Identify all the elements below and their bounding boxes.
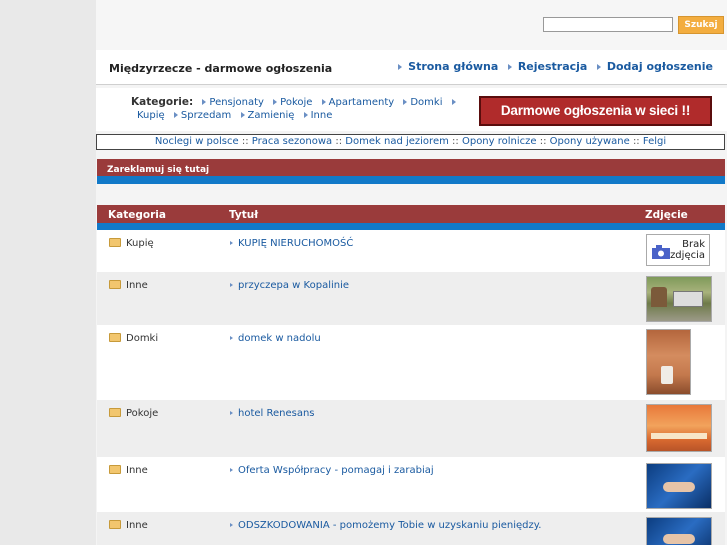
column-header-photo: Zdjęcie: [645, 209, 688, 221]
arrow-icon: [230, 523, 233, 527]
row-title-link[interactable]: przyczepa w Kopalinie: [238, 280, 349, 291]
folder-icon: [109, 520, 121, 529]
column-header-category: Kategoria: [108, 209, 166, 221]
trailer-photo[interactable]: [646, 276, 712, 322]
arrow-icon: [230, 336, 233, 340]
table-header: Kategoria Tytuł Zdjęcie: [97, 205, 725, 223]
hall-photo[interactable]: [646, 404, 712, 452]
partner-link[interactable]: Domek nad jeziorem: [345, 136, 449, 147]
page: Szukaj Międzyrzecze - darmowe ogłoszenia…: [96, 0, 727, 545]
folder-icon: [109, 408, 121, 417]
partner-link[interactable]: Felgi: [643, 136, 666, 147]
arrow-icon: [403, 98, 408, 105]
arrow-icon: [173, 111, 178, 118]
no-photo-thumbnail[interactable]: Brak zdjęcia: [646, 234, 710, 266]
top-bar: Szukaj: [96, 0, 727, 50]
arrow-icon: [202, 98, 207, 105]
category-link[interactable]: Kupię: [137, 110, 165, 121]
search-button[interactable]: Szukaj: [678, 16, 724, 34]
nav-home[interactable]: Strona główna: [408, 60, 498, 73]
table-row[interactable]: Inne przyczepa w Kopalinie: [97, 272, 725, 325]
partner-link[interactable]: Noclegi w polsce: [155, 136, 239, 147]
arrow-icon: [230, 468, 233, 472]
row-category: Inne: [126, 280, 148, 291]
column-header-title: Tytuł: [229, 209, 259, 221]
divider: [97, 176, 725, 184]
arrow-icon: [230, 283, 233, 287]
table-row[interactable]: Domki domek w nadolu: [97, 325, 725, 400]
arrow-icon: [240, 111, 245, 118]
nav-register[interactable]: Rejestracja: [518, 60, 588, 73]
row-category: Domki: [126, 333, 159, 344]
search-input[interactable]: [543, 17, 673, 32]
table-row[interactable]: Pokoje hotel Renesans: [97, 400, 725, 457]
table-row[interactable]: Inne Oferta Współpracy - pomagaj i zarab…: [97, 457, 725, 512]
category-link[interactable]: Pokoje: [280, 97, 312, 108]
arrow-icon: [507, 63, 512, 70]
bathroom-photo[interactable]: [646, 329, 691, 395]
partner-link[interactable]: Praca sezonowa: [252, 136, 332, 147]
arrow-icon: [451, 98, 456, 105]
arrow-icon: [303, 111, 308, 118]
categories-label: Kategorie:: [131, 96, 194, 108]
row-category: Inne: [126, 520, 148, 531]
arrow-icon: [321, 98, 326, 105]
handshake-photo[interactable]: [646, 463, 712, 509]
promo-banner[interactable]: Darmowe ogłoszenia w sieci !!: [479, 96, 712, 126]
table-row[interactable]: Inne ODSZKODOWANIA - pomożemy Tobie w uz…: [97, 512, 725, 545]
folder-icon: [109, 280, 121, 289]
ad-bar[interactable]: Zareklamuj się tutaj: [97, 159, 725, 176]
row-title-link[interactable]: Oferta Współpracy - pomagaj i zarabiaj: [238, 465, 434, 476]
category-link[interactable]: Sprzedam: [181, 110, 231, 121]
category-link[interactable]: Domki: [410, 97, 442, 108]
header: Międzyrzecze - darmowe ogłoszenia Strona…: [96, 50, 727, 85]
site-title: Międzyrzecze - darmowe ogłoszenia: [109, 62, 333, 75]
partner-links: Noclegi w polsce :: Praca sezonowa :: Do…: [96, 134, 725, 150]
arrow-icon: [230, 411, 233, 415]
camera-icon: [652, 245, 670, 259]
folder-icon: [109, 465, 121, 474]
arrow-icon: [398, 63, 403, 70]
partner-link[interactable]: Opony używane: [550, 136, 630, 147]
divider: [97, 223, 725, 230]
partner-link[interactable]: Opony rolnicze: [462, 136, 537, 147]
row-title-link[interactable]: ODSZKODOWANIA - pomożemy Tobie w uzyskan…: [238, 520, 541, 531]
table-row[interactable]: Kupię KUPIĘ NIERUCHOMOŚĆ Brak zdjęcia: [97, 230, 725, 272]
row-title-link[interactable]: hotel Renesans: [238, 408, 315, 419]
row-title-link[interactable]: domek w nadolu: [238, 333, 321, 344]
folder-icon: [109, 333, 121, 342]
main-nav: Strona główna Rejestracja Dodaj ogłoszen…: [392, 60, 713, 73]
nav-add-ad[interactable]: Dodaj ogłoszenie: [607, 60, 713, 73]
row-category: Inne: [126, 465, 148, 476]
arrow-icon: [596, 63, 601, 70]
category-link[interactable]: Zamienię: [248, 110, 295, 121]
category-link[interactable]: Inne: [311, 110, 333, 121]
arrow-icon: [273, 98, 278, 105]
folder-icon: [109, 238, 121, 247]
categories-panel: Kategorie: Pensjonaty Pokoje Apartamenty…: [96, 88, 727, 131]
arrow-icon: [230, 241, 233, 245]
row-category: Kupię: [126, 238, 154, 249]
handshake-photo-2[interactable]: [646, 517, 712, 545]
category-link[interactable]: Apartamenty: [329, 97, 395, 108]
category-link[interactable]: Pensjonaty: [209, 97, 264, 108]
row-title-link[interactable]: KUPIĘ NIERUCHOMOŚĆ: [238, 238, 353, 249]
row-category: Pokoje: [126, 408, 159, 419]
